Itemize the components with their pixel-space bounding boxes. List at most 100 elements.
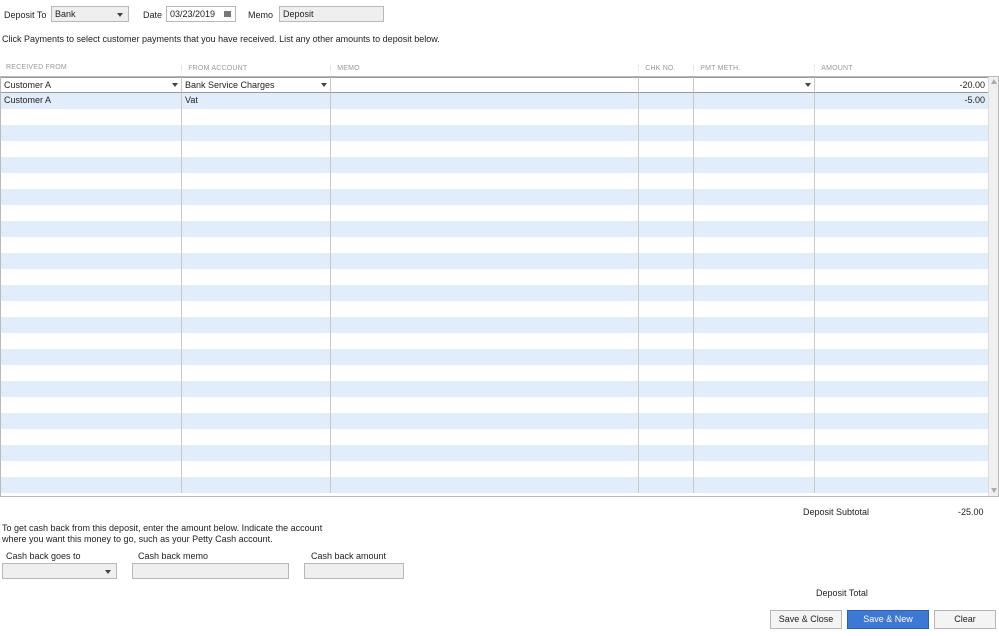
cell-received-from[interactable] <box>1 253 182 269</box>
cell-pmt-meth[interactable] <box>694 189 815 205</box>
cell-received-from[interactable] <box>1 461 182 477</box>
cashback-amount-input[interactable] <box>304 563 404 579</box>
cell-chk-no[interactable] <box>639 77 694 93</box>
cell-pmt-meth[interactable] <box>694 365 815 381</box>
table-row[interactable] <box>1 237 989 253</box>
cell-amount[interactable] <box>815 333 989 349</box>
table-row[interactable]: -20.00 Bank Service Charges Customer A <box>1 77 989 93</box>
cell-pmt-meth[interactable] <box>694 397 815 413</box>
cell-amount[interactable] <box>815 349 989 365</box>
cell-from-account[interactable] <box>182 205 331 221</box>
cell-received-from[interactable] <box>1 205 182 221</box>
cell-chk-no[interactable] <box>639 477 694 493</box>
cell-received-from[interactable] <box>1 429 182 445</box>
cell-memo[interactable] <box>331 157 639 173</box>
cell-memo[interactable] <box>331 381 639 397</box>
cell-pmt-meth[interactable] <box>694 301 815 317</box>
cell-from-account[interactable] <box>182 333 331 349</box>
cell-pmt-meth[interactable] <box>694 237 815 253</box>
cell-amount[interactable] <box>815 269 989 285</box>
cell-received-from[interactable] <box>1 301 182 317</box>
table-row[interactable]: -5.00 Vat Customer A <box>1 93 989 109</box>
cell-from-account[interactable] <box>182 173 331 189</box>
cell-memo[interactable] <box>331 333 639 349</box>
cell-from-account[interactable]: Bank Service Charges <box>182 77 331 93</box>
cell-from-account[interactable] <box>182 381 331 397</box>
table-row[interactable] <box>1 429 989 445</box>
cell-amount[interactable] <box>815 381 989 397</box>
cell-chk-no[interactable] <box>639 253 694 269</box>
cell-received-from[interactable] <box>1 237 182 253</box>
table-row[interactable] <box>1 333 989 349</box>
cell-received-from[interactable] <box>1 397 182 413</box>
cell-memo[interactable] <box>331 413 639 429</box>
cell-memo[interactable] <box>331 141 639 157</box>
cell-received-from[interactable] <box>1 221 182 237</box>
cell-memo[interactable] <box>331 477 639 493</box>
cell-received-from[interactable]: Customer A <box>1 77 182 93</box>
cell-from-account[interactable] <box>182 413 331 429</box>
cell-memo[interactable] <box>331 77 639 93</box>
cell-chk-no[interactable] <box>639 205 694 221</box>
cell-pmt-meth[interactable] <box>694 93 815 109</box>
cell-chk-no[interactable] <box>639 381 694 397</box>
table-row[interactable] <box>1 349 989 365</box>
cell-chk-no[interactable] <box>639 413 694 429</box>
cell-memo[interactable] <box>331 317 639 333</box>
table-row[interactable] <box>1 445 989 461</box>
cell-chk-no[interactable] <box>639 365 694 381</box>
cell-from-account[interactable] <box>182 365 331 381</box>
cell-received-from[interactable] <box>1 157 182 173</box>
cell-chk-no[interactable] <box>639 269 694 285</box>
cell-received-from[interactable] <box>1 189 182 205</box>
cell-chk-no[interactable] <box>639 429 694 445</box>
table-row[interactable] <box>1 381 989 397</box>
table-row[interactable] <box>1 189 989 205</box>
cell-received-from[interactable] <box>1 269 182 285</box>
cell-from-account[interactable] <box>182 285 331 301</box>
cell-received-from[interactable] <box>1 125 182 141</box>
table-row[interactable] <box>1 285 989 301</box>
cashback-account-dropdown[interactable] <box>2 563 117 579</box>
cell-amount[interactable] <box>815 109 989 125</box>
column-header-memo[interactable]: ⋮ MEMO <box>327 64 360 72</box>
cell-amount[interactable] <box>815 461 989 477</box>
cell-memo[interactable] <box>331 301 639 317</box>
cell-pmt-meth[interactable] <box>694 477 815 493</box>
cell-received-from[interactable] <box>1 141 182 157</box>
table-row[interactable] <box>1 253 989 269</box>
memo-field[interactable]: Deposit <box>279 6 384 22</box>
cell-amount[interactable] <box>815 413 989 429</box>
cell-amount[interactable] <box>815 365 989 381</box>
cell-pmt-meth[interactable] <box>694 205 815 221</box>
table-row[interactable] <box>1 477 989 493</box>
cell-pmt-meth[interactable] <box>694 317 815 333</box>
cell-memo[interactable] <box>331 109 639 125</box>
cell-pmt-meth[interactable] <box>694 429 815 445</box>
clear-button[interactable]: Clear <box>934 610 996 629</box>
cell-from-account[interactable] <box>182 301 331 317</box>
save-new-button[interactable]: Save & New <box>847 610 929 629</box>
cell-pmt-meth[interactable] <box>694 333 815 349</box>
cell-from-account[interactable] <box>182 461 331 477</box>
cell-pmt-meth[interactable] <box>694 349 815 365</box>
table-row[interactable] <box>1 365 989 381</box>
cell-pmt-meth[interactable] <box>694 445 815 461</box>
cell-amount[interactable] <box>815 445 989 461</box>
cell-chk-no[interactable] <box>639 125 694 141</box>
cell-pmt-meth[interactable] <box>694 461 815 477</box>
table-row[interactable] <box>1 173 989 189</box>
cell-received-from[interactable] <box>1 317 182 333</box>
cell-chk-no[interactable] <box>639 301 694 317</box>
cell-chk-no[interactable] <box>639 189 694 205</box>
cell-amount[interactable] <box>815 205 989 221</box>
cell-pmt-meth[interactable] <box>694 125 815 141</box>
cell-amount[interactable] <box>815 173 989 189</box>
cell-memo[interactable] <box>331 285 639 301</box>
cell-from-account[interactable] <box>182 349 331 365</box>
cell-from-account[interactable] <box>182 445 331 461</box>
cell-from-account[interactable] <box>182 221 331 237</box>
table-row[interactable] <box>1 141 989 157</box>
cell-memo[interactable] <box>331 237 639 253</box>
cell-chk-no[interactable] <box>639 397 694 413</box>
